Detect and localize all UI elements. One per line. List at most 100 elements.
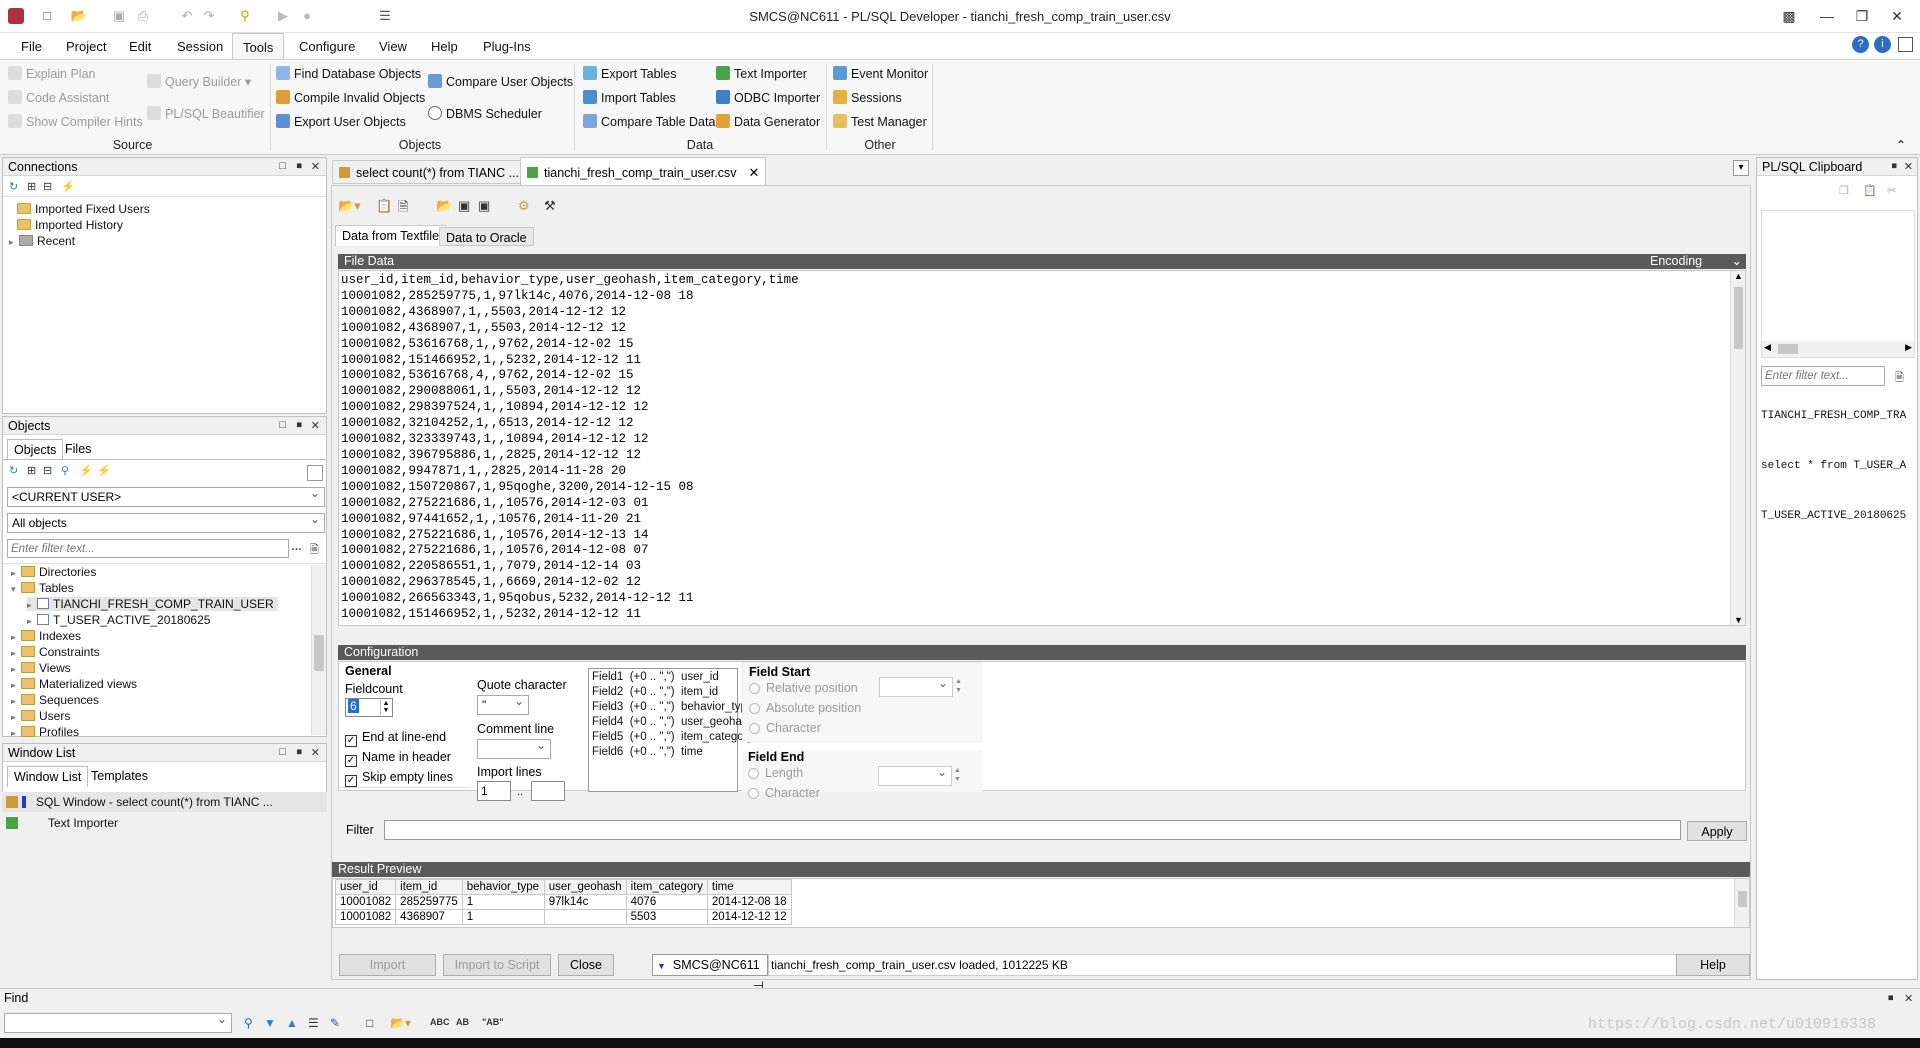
panel-close-icon[interactable]: ✕ [311,419,320,432]
skip-empty-lines-checkbox[interactable]: ✓ Skip empty lines [345,770,453,787]
field-start-spinner[interactable]: ▲ ▼ [955,677,962,695]
collapse-ribbon-icon[interactable]: ⌃ [1896,138,1906,152]
text-importer-button[interactable]: Text Importer [716,66,807,81]
window-list-item-sql[interactable]: SQL Window - select count(*) from TIANC … [2,792,327,812]
list-icon[interactable]: ☰ [308,1016,319,1030]
tab-files[interactable]: Files [59,439,97,459]
odbc-importer-button[interactable]: ODBC Importer [716,90,820,105]
new-doc-icon[interactable]: 🗎 [398,198,408,220]
load-icon[interactable]: 📂 [436,198,452,214]
find-next-icon[interactable]: ▼ [264,1016,276,1030]
menu-file[interactable]: File [21,39,42,54]
quote-character-select[interactable]: " [477,694,529,715]
panel-close-icon[interactable]: ✕ [1904,160,1913,173]
object-type-select[interactable]: All objects [7,512,325,533]
import-button[interactable]: Import [339,954,436,976]
refresh-icon[interactable]: ↻ [9,180,18,193]
whole-word-icon[interactable]: AB [456,1017,469,1027]
tools-icon[interactable]: ⚒ [544,198,556,214]
find-input[interactable] [4,1012,232,1033]
copy-icon[interactable]: ❐ [1839,184,1849,197]
tree-item-indexes[interactable]: ▸ Indexes [11,629,81,643]
import-tables-button[interactable]: Import Tables [583,90,676,105]
clipboard-item[interactable]: TIANCHI_FRESH_COMP_TRA [1761,410,1915,422]
paste-icon[interactable]: 📋 [376,198,392,214]
tree-item-profiles[interactable]: ▸ Profiles [11,725,79,739]
clipboard-filter-input[interactable] [1761,366,1885,386]
doc-tab-sql-window[interactable]: select count(*) from TIANC ... [332,160,527,184]
filter-doc-icon[interactable]: 🗎 [1895,369,1904,388]
plsql-beautifier-button[interactable]: PL/SQL Beautifier [147,106,265,121]
side-panel-icon[interactable] [1898,37,1913,52]
field-end-value-select[interactable] [878,765,952,786]
clipboard-item[interactable]: T_USER_ACTIVE_20180625 [1761,510,1915,522]
panel-close-icon[interactable]: ✕ [311,160,320,173]
field-list[interactable]: Field1 (+0 .. ",") user_id Field2 (+0 ..… [588,668,754,792]
result-preview-scrollbar[interactable] [1734,879,1749,927]
panel-pin-icon[interactable]: ⏹ [1888,992,1894,1005]
tab-data-from-textfile[interactable]: Data from Textfile [335,225,447,246]
query-builder-button[interactable]: Query Builder ▾ [147,74,251,89]
remove-icon[interactable]: ⊟ [43,180,52,193]
code-assistant-button[interactable]: Code Assistant [8,90,109,105]
tab-list-dropdown-icon[interactable]: ▾ [1733,160,1749,176]
import-lines-from-input[interactable]: 1 [477,781,511,801]
doc-tab-text-importer[interactable]: tianchi_fresh_comp_train_user.csv ✕ [520,157,767,185]
menu-edit[interactable]: Edit [129,39,151,54]
file-data-view[interactable]: user_id,item_id,behavior_type,user_geoha… [338,270,1746,626]
connection-selector[interactable]: ▼ SMCS@NC611 ⊣ [652,954,768,993]
file-data-scrollbar[interactable]: ▲ ▼ [1730,271,1745,625]
panel-float-icon[interactable]: □ [279,160,286,172]
compare-user-objects-button[interactable]: Compare User Objects [428,74,573,89]
fieldcount-input[interactable]: 6 ▲ ▼ [345,698,393,717]
length-radio[interactable]: Length [748,766,803,780]
help-circle-icon[interactable]: ? [1852,36,1869,53]
absolute-position-radio[interactable]: Absolute position [749,701,861,715]
test-manager-button[interactable]: Test Manager [833,114,927,129]
compare-table-data-button[interactable]: Compare Table Data [583,114,715,129]
tree-item-directories[interactable]: ▸ Directories [11,565,96,579]
menu-session[interactable]: Session [177,39,223,54]
menu-view[interactable]: View [379,39,407,54]
help-button[interactable]: Help [1676,954,1750,976]
highlight-icon[interactable]: ✎ [330,1016,340,1030]
panel-pin-icon[interactable]: ⏹ [297,746,303,759]
clear-icon[interactable]: ✂ [1887,184,1896,197]
regex-icon[interactable]: "AB" [482,1017,504,1027]
tree-item-table[interactable]: ▸ TIANCHI_FRESH_COMP_TRAIN_USER [27,597,278,611]
panel-pin-icon[interactable]: ⏹ [297,419,303,432]
close-window-button[interactable]: ✕ [1880,4,1914,28]
menu-help[interactable]: Help [431,39,458,54]
filter-input[interactable] [384,820,1681,840]
find-database-objects-button[interactable]: Find Database Objects [276,66,421,81]
match-case-icon[interactable]: ABC [430,1017,450,1027]
refresh-icon[interactable]: ↻ [9,464,18,477]
tree-item-table[interactable]: ▸ T_USER_ACTIVE_20180625 [27,613,210,627]
filter-doc-icon[interactable]: 🗎 [310,541,319,560]
field-item[interactable]: Field6 (+0 .. ",") time [592,746,734,761]
open-file-icon[interactable]: 📂▾ [338,198,361,214]
field-item[interactable]: Field1 (+0 .. ",") user_id [592,671,734,686]
connect-icon[interactable]: ⚡ [61,180,75,193]
add-icon[interactable]: ⊞ [27,180,36,193]
data-generator-button[interactable]: Data Generator [716,114,820,129]
relative-position-radio[interactable]: Relative position [749,681,858,695]
comment-line-select[interactable] [477,738,551,759]
info-circle-icon[interactable]: i [1874,36,1891,53]
clipboard-preview[interactable]: ◀ ▶ [1761,210,1915,358]
panel-pin-icon[interactable]: ⏹ [297,160,303,173]
table-row[interactable]: 10001082 285259775 1 97lk14c 4076 2014-12-08 … [334,894,792,910]
field-start-value-select[interactable] [879,676,953,697]
menu-tools[interactable]: Tools [232,33,285,60]
window-icon[interactable]: □ [366,1016,373,1030]
tree-item-sequences[interactable]: ▸ Sequences [11,693,99,707]
user-select[interactable]: <CURRENT USER> [7,486,325,507]
column-header[interactable]: behavior_type [461,879,545,895]
tree-item-tables[interactable]: ▾ Tables [11,581,74,595]
save-icon[interactable]: ▣ [458,198,470,214]
panel-float-icon[interactable]: □ [279,746,286,758]
end-at-line-end-checkbox[interactable]: ✓ End at line-end [345,730,446,747]
show-compiler-hints-button[interactable]: Show Compiler Hints [8,114,143,129]
field-item[interactable]: Field4 (+0 .. ",") user_geohash [592,716,754,731]
result-preview-grid[interactable]: user_id item_id behavior_type user_geoha… [332,878,1750,928]
